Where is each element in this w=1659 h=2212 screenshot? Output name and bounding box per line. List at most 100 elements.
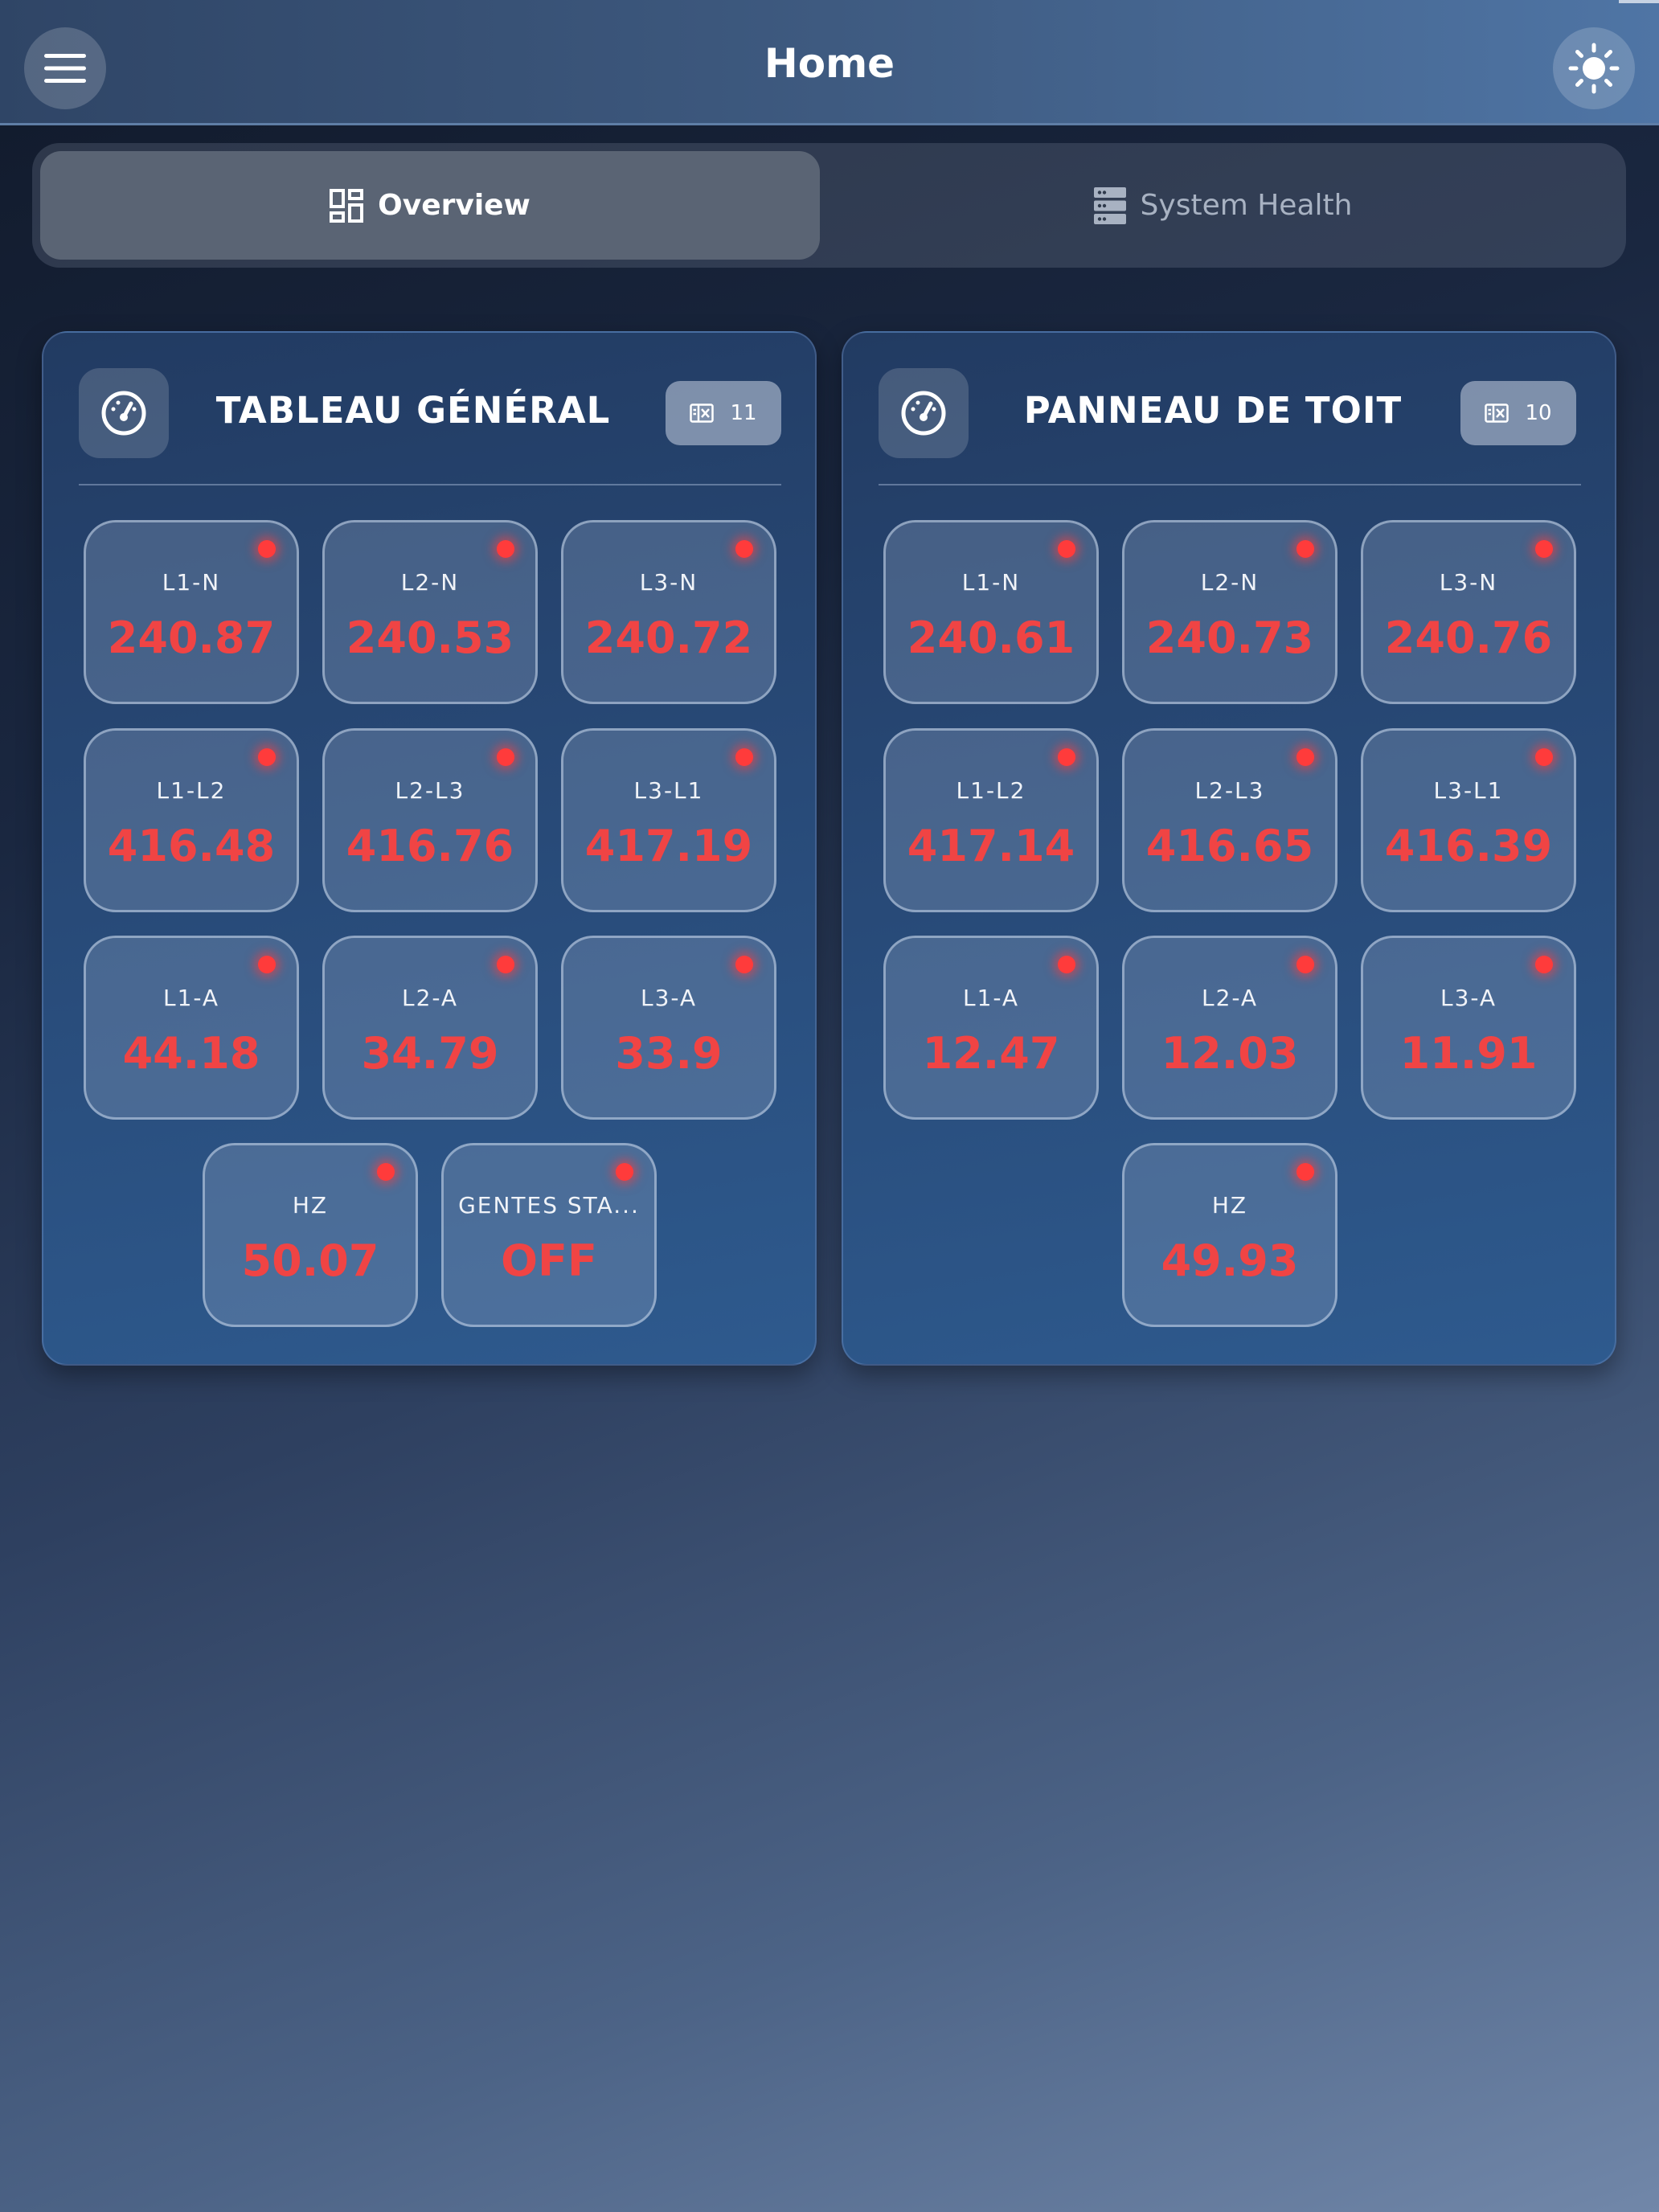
status-dot [1058, 540, 1075, 558]
tile-l3-l1[interactable]: L3-L1 416.39 [1361, 728, 1576, 912]
status-dot [1296, 748, 1314, 766]
tile-label: L2-A [401, 985, 459, 1011]
tile-value: 50.07 [241, 1235, 379, 1286]
status-dot [735, 956, 753, 973]
gauge-icon-button[interactable] [879, 368, 969, 458]
tile-l1-l2[interactable]: L1-L2 416.48 [84, 728, 299, 912]
status-dot [1296, 1163, 1314, 1181]
tile-l3-a[interactable]: L3-A 33.9 [561, 936, 776, 1120]
sun-icon [1568, 43, 1620, 94]
tile-value: 33.9 [615, 1028, 723, 1079]
tile-l1-l2[interactable]: L1-L2 417.14 [883, 728, 1099, 912]
tile-l2-l3[interactable]: L2-L3 416.76 [322, 728, 538, 912]
panel-title: TABLEAU GÉNÉRAL [215, 389, 611, 432]
tile-label: L1-L2 [156, 777, 227, 804]
tile-label: L3-N [1439, 569, 1498, 596]
tile-label: HZ [292, 1192, 329, 1219]
tab-overview-label: Overview [378, 189, 530, 222]
device-count-icon [690, 403, 715, 423]
device-count: 11 [730, 401, 757, 425]
tile-label: L1-L2 [956, 777, 1026, 804]
tile-value: 49.93 [1161, 1235, 1299, 1286]
tile-l2-l3[interactable]: L2-L3 416.65 [1122, 728, 1337, 912]
theme-toggle-button[interactable] [1553, 27, 1635, 109]
tile-value: 240.61 [907, 612, 1075, 663]
tab-system-health[interactable]: System Health [828, 151, 1618, 260]
panel-divider [879, 484, 1581, 485]
tile-label: L2-N [400, 569, 460, 596]
tab-overview[interactable]: Overview [40, 151, 820, 260]
tile-l2-n[interactable]: L2-N 240.53 [322, 520, 538, 704]
tile-label: L3-A [1440, 985, 1497, 1011]
tile-label: L1-A [962, 985, 1020, 1011]
tile-value: 417.14 [907, 821, 1075, 871]
page-title: Home [764, 40, 895, 87]
tile-value: 11.91 [1399, 1028, 1538, 1079]
tile-value: 44.18 [122, 1028, 260, 1079]
status-dot [1296, 540, 1314, 558]
status-dot [1535, 956, 1553, 973]
status-dot [1058, 956, 1075, 973]
gauge-icon [100, 390, 147, 436]
tile-l1-a[interactable]: L1-A 12.47 [883, 936, 1099, 1120]
tile-value: 416.65 [1145, 821, 1314, 871]
tab-bar: Overview System Health [32, 143, 1626, 268]
tile-l1-n[interactable]: L1-N 240.61 [883, 520, 1099, 704]
tile-l3-a[interactable]: L3-A 11.91 [1361, 936, 1576, 1120]
tile-l2-a[interactable]: L2-A 12.03 [1122, 936, 1337, 1120]
tile-l1-a[interactable]: L1-A 44.18 [84, 936, 299, 1120]
gauge-icon [900, 390, 947, 436]
tile-label: L3-A [640, 985, 698, 1011]
status-dot [616, 1163, 633, 1181]
device-count-badge: 11 [666, 381, 781, 445]
tile-l2-a[interactable]: L2-A 34.79 [322, 936, 538, 1120]
tile-label: HZ [1211, 1192, 1248, 1219]
panel-tableau-general: TABLEAU GÉNÉRAL 11 L1-N 240.87 L2-N 240.… [42, 331, 817, 1366]
status-dot [1535, 748, 1553, 766]
gauge-icon-button[interactable] [79, 368, 169, 458]
tile-l3-n[interactable]: L3-N 240.76 [1361, 520, 1576, 704]
tile-l1-n[interactable]: L1-N 240.87 [84, 520, 299, 704]
tile-label: L3-L1 [633, 777, 704, 804]
panel-divider [79, 484, 781, 485]
tile-value: 416.39 [1384, 821, 1553, 871]
tile-label: GENTES STA... [458, 1192, 640, 1219]
tile-l2-n[interactable]: L2-N 240.73 [1122, 520, 1337, 704]
status-indicator [1619, 0, 1659, 3]
device-count-badge: 10 [1460, 381, 1576, 445]
top-app-bar: Home [0, 0, 1659, 125]
tile-hz[interactable]: HZ 50.07 [203, 1143, 418, 1327]
tile-hz[interactable]: HZ 49.93 [1122, 1143, 1337, 1327]
tile-value: 240.87 [107, 612, 276, 663]
tile-value: 416.48 [107, 821, 276, 871]
status-dot [258, 748, 276, 766]
tile-l3-n[interactable]: L3-N 240.72 [561, 520, 776, 704]
tile-value: 416.76 [346, 821, 514, 871]
server-icon [1093, 186, 1126, 224]
status-dot [258, 540, 276, 558]
tile-label: L2-L3 [1194, 777, 1265, 804]
status-dot [1535, 540, 1553, 558]
tile-value: 12.47 [922, 1028, 1060, 1079]
tile-value: 240.73 [1145, 612, 1314, 663]
status-dot [258, 956, 276, 973]
tile-value: 240.76 [1384, 612, 1553, 663]
tile-label: L2-N [1200, 569, 1260, 596]
tile-value: 417.19 [584, 821, 753, 871]
tile-gentes-status[interactable]: GENTES STA... OFF [441, 1143, 657, 1327]
status-dot [735, 540, 753, 558]
status-dot [1296, 956, 1314, 973]
status-dot [497, 540, 514, 558]
device-count: 10 [1525, 401, 1552, 425]
tile-value: 240.53 [346, 612, 514, 663]
tile-label: L3-L1 [1433, 777, 1504, 804]
tile-l3-l1[interactable]: L3-L1 417.19 [561, 728, 776, 912]
tile-value: OFF [501, 1235, 597, 1286]
tile-value: 34.79 [361, 1028, 499, 1079]
tile-label: L3-N [639, 569, 698, 596]
panel-title: PANNEAU DE TOIT [1023, 389, 1403, 432]
tile-label: L2-L3 [395, 777, 465, 804]
dashboard-icon [330, 188, 364, 223]
tile-label: L1-N [162, 569, 221, 596]
device-count-icon [1485, 403, 1509, 423]
